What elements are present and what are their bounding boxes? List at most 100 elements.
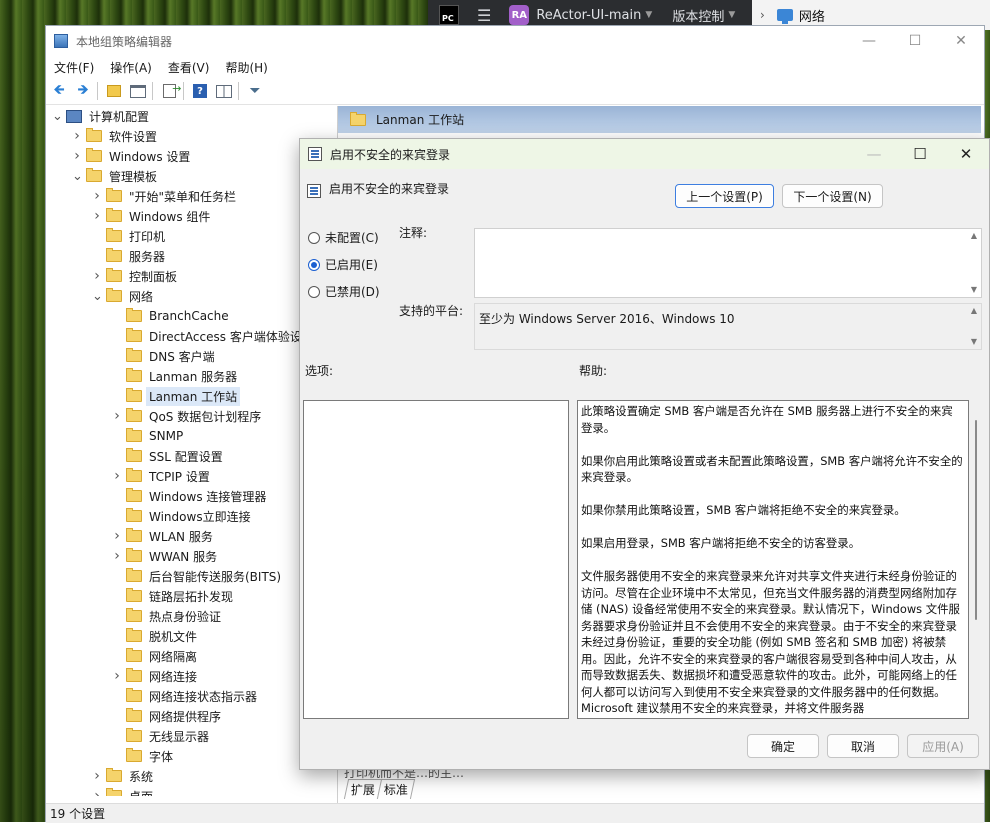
tree-item[interactable]: › 控制面板 xyxy=(92,266,180,286)
radio-circle[interactable] xyxy=(308,231,320,244)
dialog-close-button[interactable]: ✕ xyxy=(943,139,989,169)
chevron-down-icon[interactable]: ⌄ xyxy=(52,109,63,124)
previous-setting-button[interactable]: 上一个设置(P) xyxy=(675,184,774,208)
chevron-down-icon[interactable]: ⌄ xyxy=(92,289,103,304)
maximize-button[interactable]: ☐ xyxy=(892,26,938,56)
scroll-down-icon[interactable]: ▼ xyxy=(971,283,977,297)
chevron-right-icon[interactable]: › xyxy=(92,268,102,284)
explorer-location[interactable]: 网络 xyxy=(799,6,825,25)
tree-item[interactable]: › Windows 设置 xyxy=(72,146,193,166)
tree-item[interactable]: › Windows 组件 xyxy=(92,206,213,226)
tree-item[interactable]: › QoS 数据包计划程序 xyxy=(112,406,264,426)
tree-item[interactable]: Windows立即连接 xyxy=(112,506,254,526)
radio-circle[interactable] xyxy=(308,285,320,298)
tree-item[interactable]: BranchCache xyxy=(112,306,232,326)
radio-enabled[interactable]: 已启用(E) xyxy=(308,256,378,273)
chevron-right-icon[interactable]: › xyxy=(72,148,82,164)
tree-item[interactable]: 字体 xyxy=(112,746,176,766)
chevron-down-icon[interactable]: ▼ xyxy=(645,10,652,20)
tree-item-selected[interactable]: Lanman 工作站 xyxy=(112,386,241,406)
tree-item[interactable]: › 桌面 xyxy=(92,786,156,796)
forward-arrow-icon[interactable]: 🡺 xyxy=(72,81,94,101)
dialog-title-bar[interactable]: 启用不安全的来宾登录 — ☐ ✕ xyxy=(300,139,989,169)
menu-action[interactable]: 操作(A) xyxy=(102,59,160,76)
tree-item[interactable]: › 软件设置 xyxy=(72,126,160,146)
tree-item[interactable]: Windows 连接管理器 xyxy=(112,486,269,506)
hamburger-menu-icon[interactable]: ☰ xyxy=(477,6,491,25)
tree-item[interactable]: 网络隔离 xyxy=(112,646,200,666)
tree-item[interactable]: › TCPIP 设置 xyxy=(112,466,213,486)
menu-file[interactable]: 文件(F) xyxy=(46,59,102,76)
project-name[interactable]: ReActor-UI-main xyxy=(536,8,641,23)
chevron-down-icon[interactable]: ⌄ xyxy=(72,169,83,184)
tree-item[interactable]: 打印机 xyxy=(92,226,168,246)
tree-item[interactable]: SNMP xyxy=(112,426,186,446)
help-scrollbar[interactable] xyxy=(969,400,983,719)
properties-button[interactable] xyxy=(213,81,235,101)
project-badge[interactable]: RA xyxy=(509,5,530,25)
scrollbar-thumb[interactable] xyxy=(975,420,977,620)
tree-item[interactable]: 热点身份验证 xyxy=(112,606,224,626)
help-button[interactable]: ? xyxy=(189,81,211,101)
chevron-right-icon[interactable]: › xyxy=(92,788,102,796)
scroll-up-icon[interactable]: ▲ xyxy=(971,304,977,318)
tree-item[interactable]: Lanman 服务器 xyxy=(112,366,240,386)
tree-item[interactable]: › WLAN 服务 xyxy=(112,526,216,546)
chevron-right-icon[interactable]: › xyxy=(112,668,122,684)
menu-help[interactable]: 帮助(H) xyxy=(217,59,275,76)
chevron-right-icon[interactable]: › xyxy=(92,768,102,784)
tree-item[interactable]: 网络提供程序 xyxy=(112,706,224,726)
scroll-down-icon[interactable]: ▼ xyxy=(971,335,977,349)
dialog-minimize-button[interactable]: — xyxy=(851,139,897,169)
tree-item[interactable]: ⌄ 管理模板 xyxy=(72,166,160,186)
ide-logo-icon[interactable]: PC xyxy=(439,5,459,25)
comment-textarea[interactable]: ▲ ▼ xyxy=(474,228,982,298)
tree-item[interactable]: DNS 客户端 xyxy=(112,346,218,366)
tree-item[interactable]: › "开始"菜单和任务栏 xyxy=(92,186,239,206)
tree-item[interactable]: 后台智能传送服务(BITS) xyxy=(112,566,284,586)
tree-item[interactable]: › WWAN 服务 xyxy=(112,546,220,566)
export-list-button[interactable] xyxy=(158,81,182,101)
close-button[interactable]: ✕ xyxy=(938,26,984,56)
scroll-up-icon[interactable]: ▲ xyxy=(971,229,977,243)
chevron-right-icon[interactable]: › xyxy=(112,528,122,544)
tree-item[interactable]: SSL 配置设置 xyxy=(112,446,226,466)
chevron-right-icon[interactable]: › xyxy=(112,548,122,564)
show-tree-button[interactable] xyxy=(127,81,149,101)
cancel-button[interactable]: 取消 xyxy=(827,734,899,758)
apply-button[interactable]: 应用(A) xyxy=(907,734,979,758)
chevron-right-icon[interactable]: › xyxy=(112,468,122,484)
tree-item[interactable]: 脱机文件 xyxy=(112,626,200,646)
tree-item[interactable]: DirectAccess 客户端体验设置 xyxy=(112,326,317,346)
tree-item[interactable]: › 系统 xyxy=(92,766,156,786)
chevron-down-icon[interactable]: ▼ xyxy=(728,10,735,20)
tree-item[interactable]: ⌄ 网络 xyxy=(92,286,156,306)
comment-scrollbar[interactable]: ▲ ▼ xyxy=(967,229,981,297)
tree-item[interactable]: › 网络连接 xyxy=(112,666,200,686)
next-setting-button[interactable]: 下一个设置(N) xyxy=(782,184,883,208)
radio-disabled[interactable]: 已禁用(D) xyxy=(308,283,380,300)
chevron-right-icon[interactable]: › xyxy=(112,408,122,424)
main-title-bar[interactable]: 本地组策略编辑器 — ☐ ✕ xyxy=(46,26,984,56)
tree-item[interactable]: 链路层拓扑发现 xyxy=(112,586,236,606)
chevron-right-icon[interactable]: › xyxy=(72,128,82,144)
radio-circle-checked[interactable] xyxy=(308,258,320,271)
tree-item[interactable]: 服务器 xyxy=(92,246,168,266)
ok-button[interactable]: 确定 xyxy=(747,734,819,758)
menu-view[interactable]: 查看(V) xyxy=(160,59,218,76)
tree-item[interactable]: ⌄ 计算机配置 xyxy=(52,106,152,126)
tree-item[interactable]: 网络连接状态指示器 xyxy=(112,686,260,706)
chevron-right-icon[interactable]: › xyxy=(92,208,102,224)
back-arrow-icon[interactable]: 🡸 xyxy=(48,81,70,101)
filter-icon[interactable]: ⏷ xyxy=(244,81,266,101)
chevron-right-icon[interactable]: › xyxy=(760,8,765,22)
platform-scrollbar[interactable]: ▲ ▼ xyxy=(967,304,981,349)
minimize-button[interactable]: — xyxy=(846,26,892,56)
up-folder-button[interactable] xyxy=(103,81,125,101)
radio-not-configured[interactable]: 未配置(C) xyxy=(308,229,379,246)
tree-item[interactable]: 无线显示器 xyxy=(112,726,212,746)
chevron-right-icon[interactable]: › xyxy=(92,188,102,204)
vcs-menu[interactable]: 版本控制 xyxy=(672,6,724,25)
tab-standard[interactable]: 标准 xyxy=(376,779,416,799)
dialog-maximize-button[interactable]: ☐ xyxy=(897,139,943,169)
